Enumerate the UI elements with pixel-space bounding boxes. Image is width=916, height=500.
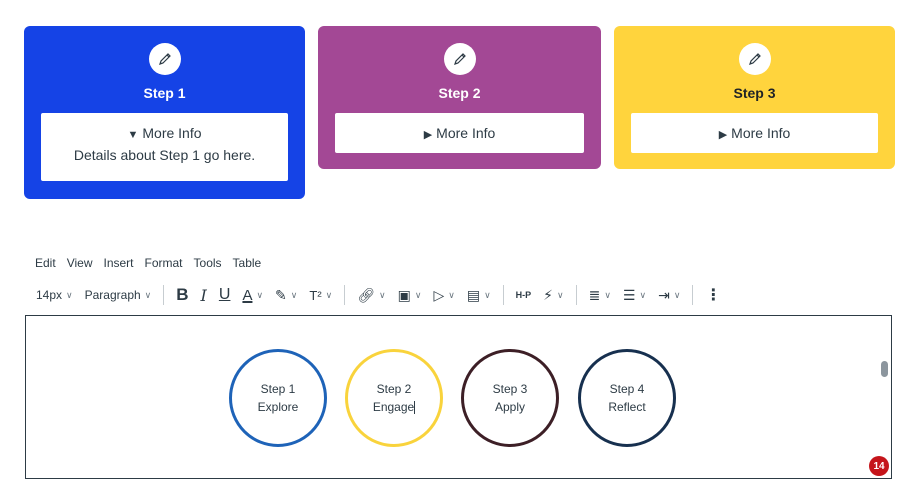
circle-line2: Reflect [608, 400, 646, 414]
highlight-color-button[interactable]: ✎ ∨ [275, 287, 297, 304]
step-title: Step 1 [143, 85, 186, 101]
editor-toolbar: 14px ∨ Paragraph ∨ B I U A ∨ ✎ ∨ T² ∨ 🔗︎ ∨ ▣ ∨ … [36, 284, 733, 306]
plug-icon: ⚡︎ [543, 286, 553, 303]
bold-button[interactable]: B [176, 285, 188, 305]
more-info-label: More Info [142, 125, 202, 141]
media-icon: ▷ [433, 286, 445, 303]
indent-icon: ⇥ [658, 286, 670, 303]
media-button[interactable]: ▷ ∨ [433, 287, 454, 304]
underline-button[interactable]: U [219, 286, 231, 304]
block-format-dropdown[interactable]: Paragraph ∨ [85, 288, 152, 302]
menu-format[interactable]: Format [145, 256, 183, 270]
step-circle-4: Step 4 Reflect [578, 349, 676, 447]
chevron-down-icon: ∨ [256, 289, 264, 300]
step-circle-2: Step 2 Engage [345, 349, 443, 447]
editor-menubar: Edit View Insert Format Tools Table [35, 256, 261, 270]
chevron-down-icon: ∨ [144, 289, 152, 300]
block-format-value: Paragraph [84, 288, 141, 302]
chevron-down-icon: ∨ [448, 289, 455, 300]
superscript-button[interactable]: T² ∨ [309, 288, 332, 303]
highlighter-icon: ✎ [275, 286, 287, 303]
pencil-icon [443, 43, 476, 75]
menu-table[interactable]: Table [233, 256, 262, 270]
toolbar-divider [692, 285, 694, 305]
circle-line1: Step 2 [376, 382, 412, 396]
chevron-down-icon: ∨ [639, 289, 647, 300]
step-card-3: Step 3 ▶ More Info [614, 26, 895, 169]
chevron-down-icon: ∨ [484, 289, 491, 300]
circle-line1: Step 3 [492, 382, 528, 396]
circle-line1: Step 1 [260, 382, 296, 396]
triangle-right-icon: ▶ [423, 129, 433, 141]
circle-line2: Engage [372, 400, 415, 414]
step-card-2: Step 2 ▶ More Info [318, 26, 601, 169]
circle-line2: Explore [257, 400, 299, 414]
document-button[interactable]: ▤ ∨ [467, 287, 491, 304]
pencil-icon [148, 43, 181, 75]
indent-button[interactable]: ⇥ ∨ [658, 287, 680, 304]
h5p-icon: H-P [515, 290, 532, 300]
more-info-details: ▶ More Info [335, 113, 584, 153]
rich-content-editor[interactable]: Step 1 Explore Step 2 Engage Step 3 Appl… [25, 315, 892, 479]
font-size-dropdown[interactable]: 14px ∨ [36, 288, 73, 302]
h5p-button[interactable]: H-P [516, 290, 532, 300]
circle-line2: Apply [494, 400, 526, 414]
chevron-down-icon: ∨ [66, 289, 73, 300]
text-color-button[interactable]: A ∨ [242, 287, 263, 304]
list-button[interactable]: ☰ ∨ [623, 287, 646, 304]
more-info-toggle[interactable]: ▶ More Info [631, 113, 878, 153]
align-button[interactable]: ≣ ∨ [589, 287, 611, 304]
chevron-down-icon: ∨ [414, 289, 422, 300]
chevron-down-icon: ∨ [290, 289, 298, 300]
font-size-value: 14px [36, 288, 63, 302]
chevron-down-icon: ∨ [673, 289, 681, 300]
more-info-details: ▶ More Info [631, 113, 878, 153]
text-color-icon: A [242, 286, 253, 304]
more-info-toggle[interactable]: ▶ More Info [335, 113, 584, 153]
chevron-down-icon: ∨ [379, 289, 386, 300]
menu-edit[interactable]: Edit [35, 256, 56, 270]
text-caret [414, 401, 416, 415]
link-button[interactable]: 🔗︎ ∨ [357, 287, 385, 304]
more-info-details: ▼ More Info Details about Step 1 go here. [41, 113, 288, 181]
circle-line2-wrap: Engage [372, 398, 416, 416]
bullet-list-icon: ☰ [622, 286, 636, 303]
link-icon: 🔗︎ [357, 286, 376, 303]
step-card-1: Step 1 ▼ More Info Details about Step 1 g… [24, 26, 305, 199]
details-text: Details about Step 1 go here. [73, 147, 256, 163]
italic-button[interactable]: I [201, 286, 207, 305]
pencil-icon [738, 43, 771, 75]
align-center-icon: ≣ [588, 286, 601, 303]
chevron-down-icon: ∨ [325, 289, 333, 300]
step-title: Step 3 [733, 85, 776, 101]
step-circle-1: Step 1 Explore [229, 349, 327, 447]
toolbar-divider [502, 285, 504, 305]
chevron-down-icon: ∨ [604, 289, 611, 300]
apps-button[interactable]: ⚡︎ ∨ [543, 287, 563, 304]
toolbar-divider [575, 285, 577, 305]
menu-tools[interactable]: Tools [194, 256, 222, 270]
toolbar-divider [163, 285, 165, 305]
step-circle-3: Step 3 Apply [461, 349, 559, 447]
more-info-label: More Info [731, 125, 791, 141]
menu-view[interactable]: View [67, 256, 93, 270]
image-icon: ▣ [397, 286, 411, 303]
step-title: Step 2 [438, 85, 481, 101]
more-options-button[interactable]: ⋮ [705, 285, 721, 305]
chevron-down-icon: ∨ [557, 289, 564, 300]
more-info-label: More Info [436, 125, 496, 141]
superscript-icon: T² [309, 287, 322, 303]
triangle-down-icon: ▼ [127, 129, 139, 141]
editor-scrollbar[interactable] [881, 361, 888, 377]
triangle-right-icon: ▶ [718, 129, 728, 141]
document-icon: ▤ [466, 286, 481, 303]
image-button[interactable]: ▣ ∨ [398, 287, 422, 304]
circle-line1: Step 4 [609, 382, 645, 396]
menu-insert[interactable]: Insert [103, 256, 133, 270]
accessibility-badge[interactable]: 14 [869, 456, 889, 476]
toolbar-divider [344, 285, 346, 305]
